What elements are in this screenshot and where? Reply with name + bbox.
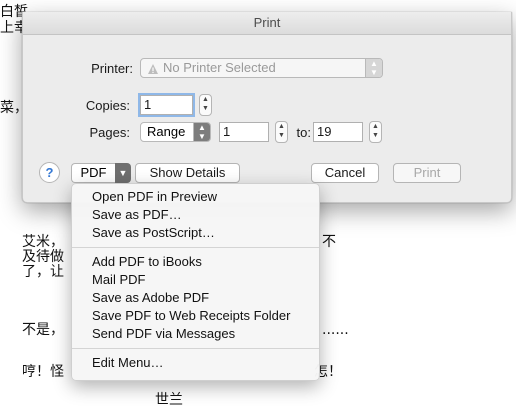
dialog-title: Print — [23, 12, 511, 35]
pdf-dropdown-menu: Open PDF in Preview Save as PDF… Save as… — [71, 183, 320, 381]
menu-separator — [72, 348, 319, 349]
menu-item-open-pdf-in-preview[interactable]: Open PDF in Preview — [72, 188, 319, 206]
cancel-button[interactable]: Cancel — [311, 163, 379, 183]
pages-to-label: to: — [296, 125, 311, 140]
printer-popup[interactable]: No Printer Selected ▲ ▼ — [140, 58, 383, 78]
menu-separator — [72, 247, 319, 248]
pdf-button-label: PDF — [71, 163, 115, 183]
help-button[interactable]: ? — [39, 162, 60, 183]
pages-from-stepper[interactable]: ▲ ▼ — [275, 121, 288, 143]
doc-line: 艾米， — [22, 234, 64, 250]
pages-from-field[interactable]: 1 — [219, 122, 269, 142]
doc-line: 世兰 — [155, 392, 183, 408]
pages-mode-value: Range — [147, 124, 186, 139]
menu-item-send-pdf-via-messages[interactable]: Send PDF via Messages — [72, 325, 319, 343]
menu-item-save-pdf-to-web-receipts[interactable]: Save PDF to Web Receipts Folder — [72, 307, 319, 325]
doc-line: 哼！怪 — [22, 364, 64, 380]
pages-to-stepper[interactable]: ▲ ▼ — [369, 121, 382, 143]
doc-line: ...... — [322, 322, 349, 338]
chevron-down-icon: ▼ — [115, 163, 131, 183]
menu-item-edit-menu[interactable]: Edit Menu… — [72, 354, 319, 372]
pages-label: Pages: — [89, 125, 130, 140]
copies-stepper[interactable]: ▲ ▼ — [199, 94, 212, 116]
pages-mode-popup[interactable]: Range ▲ ▼ — [140, 122, 211, 142]
print-dialog: Print Printer: No Printer Selected ▲ ▼ Co… — [22, 12, 512, 203]
printer-label: Printer: — [91, 61, 133, 76]
doc-line: 及待做 — [22, 249, 64, 265]
copies-field[interactable]: 1 — [140, 95, 193, 115]
copies-label: Copies: — [85, 98, 130, 113]
pages-to-field[interactable]: 19 — [313, 122, 363, 142]
updown-arrows-icon: ▲ ▼ — [193, 123, 210, 141]
pdf-menu-button[interactable]: PDF ▼ — [71, 163, 131, 183]
print-button[interactable]: Print — [393, 163, 461, 183]
menu-item-mail-pdf[interactable]: Mail PDF — [72, 271, 319, 289]
warning-triangle-icon — [147, 62, 159, 80]
menu-item-save-as-pdf[interactable]: Save as PDF… — [72, 206, 319, 224]
printer-value: No Printer Selected — [163, 60, 276, 75]
doc-line: 不是， — [22, 322, 64, 338]
menu-item-save-as-adobe-pdf[interactable]: Save as Adobe PDF — [72, 289, 319, 307]
updown-arrows-icon: ▲ ▼ — [365, 59, 382, 77]
menu-item-save-as-postscript[interactable]: Save as PostScript… — [72, 224, 319, 242]
doc-line: 了，让 — [22, 264, 64, 280]
menu-item-add-pdf-to-ibooks[interactable]: Add PDF to iBooks — [72, 253, 319, 271]
show-details-button[interactable]: Show Details — [135, 163, 240, 183]
doc-line: 不 — [322, 234, 336, 250]
